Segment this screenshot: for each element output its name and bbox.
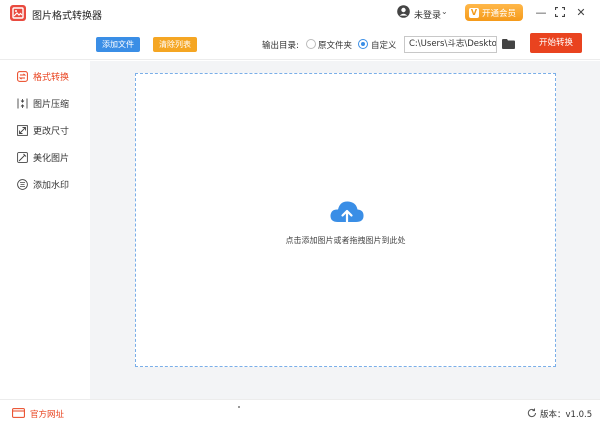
sidebar-item-label: 格式转换: [33, 72, 70, 83]
cloud-upload-icon: [330, 201, 364, 227]
add-file-button[interactable]: 添加文件: [96, 37, 140, 52]
watermark-icon: [17, 178, 28, 190]
title-bar: 图片格式转换器 未登录 ⌄ V 开通会员 — ✕: [0, 0, 600, 28]
user-avatar-icon[interactable]: [397, 5, 410, 18]
version-label: 版本：v1.0.5: [540, 410, 593, 420]
radio-custom-label[interactable]: 自定义: [371, 39, 397, 51]
radio-original-folder[interactable]: [306, 39, 316, 49]
vip-icon: V: [469, 7, 479, 18]
footer: 官方网址 版本：v1.0.5: [0, 399, 600, 426]
beautify-icon: [17, 151, 28, 163]
chevron-down-icon[interactable]: ⌄: [441, 7, 448, 16]
sidebar-item-format-convert[interactable]: 格式转换: [17, 69, 69, 83]
close-icon: ✕: [576, 5, 586, 19]
vip-button[interactable]: V 开通会员: [465, 4, 523, 21]
minimize-button[interactable]: —: [532, 4, 550, 20]
close-button[interactable]: ✕: [572, 4, 590, 20]
sidebar-item-resize[interactable]: 更改尺寸: [17, 123, 69, 137]
app-logo-icon: [10, 5, 26, 21]
website-icon[interactable]: [12, 408, 25, 418]
sidebar-item-beautify[interactable]: 美化图片: [17, 150, 69, 164]
radio-original-folder-label[interactable]: 原文件夹: [318, 39, 352, 51]
start-convert-button[interactable]: 开始转换: [530, 33, 582, 53]
folder-icon[interactable]: [502, 39, 515, 49]
app-title: 图片格式转换器: [32, 11, 102, 22]
refresh-icon[interactable]: [527, 408, 537, 418]
sidebar-item-label: 美化图片: [33, 153, 70, 164]
sidebar-item-label: 添加水印: [33, 180, 70, 191]
drop-zone[interactable]: 点击添加图片或者拖拽图片到此处: [135, 73, 556, 367]
output-directory-label: 输出目录:: [262, 41, 299, 51]
divider-dot: [238, 406, 240, 408]
sidebar-item-compress[interactable]: 图片压缩: [17, 96, 69, 110]
sidebar-item-watermark[interactable]: 添加水印: [17, 177, 69, 191]
maximize-icon: [555, 7, 565, 17]
clear-list-button[interactable]: 清除列表: [153, 37, 197, 52]
vip-label: 开通会员: [482, 8, 517, 19]
minimize-icon: —: [535, 5, 547, 19]
sidebar-item-label: 图片压缩: [33, 99, 70, 110]
format-convert-icon: [17, 70, 28, 82]
compress-icon: [17, 98, 28, 108]
resize-icon: [17, 124, 28, 136]
official-site-link[interactable]: 官方网址: [30, 408, 64, 420]
toolbar: 添加文件 清除列表 输出目录: 原文件夹 自定义 C:\Users\斗志\Des…: [0, 28, 600, 60]
maximize-button[interactable]: [551, 4, 569, 20]
output-path-input[interactable]: C:\Users\斗志\Desktop: [404, 36, 497, 53]
drop-hint: 点击添加图片或者拖拽图片到此处: [285, 236, 406, 245]
sidebar-item-label: 更改尺寸: [33, 126, 70, 137]
login-status[interactable]: 未登录: [414, 8, 441, 21]
sidebar: 格式转换 图片压缩 更改尺寸 美化图片 添加水印: [0, 61, 90, 399]
radio-custom[interactable]: [358, 39, 368, 49]
